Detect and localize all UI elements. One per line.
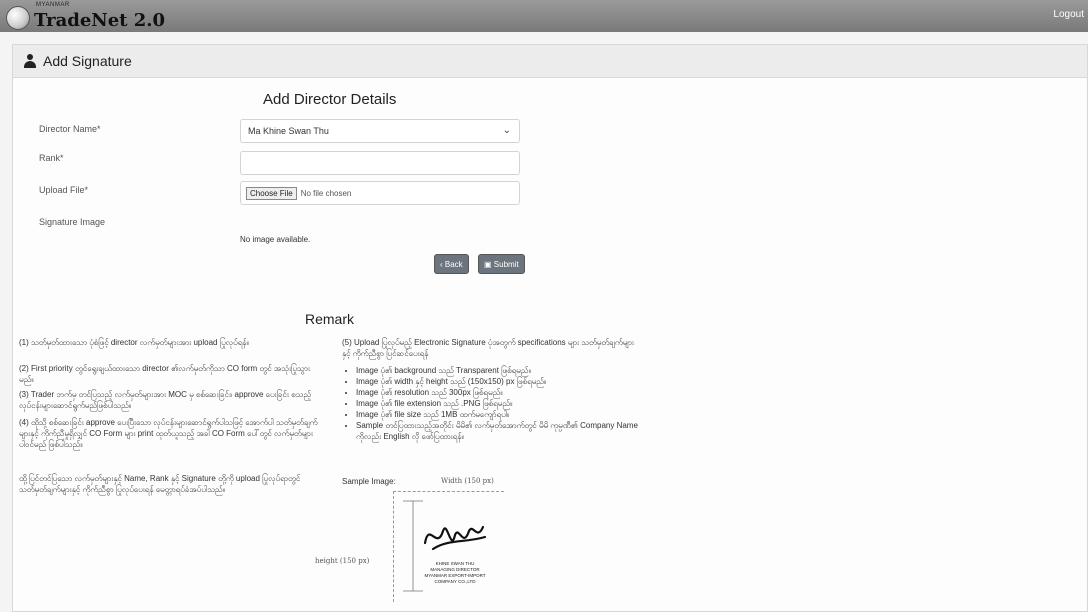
spec-item: Image ပုံ၏ file extension သည် .PNG ဖြစ်ရ… <box>356 398 642 409</box>
rank-label: Rank* <box>39 153 64 163</box>
submit-label: Submit <box>493 259 519 269</box>
logout-link[interactable]: Logout <box>1053 9 1084 20</box>
user-icon <box>23 54 37 68</box>
remark-item-5: ထို့ပြင်တင်ပြသော လက်မှတ်များနှင့် Name, … <box>19 474 301 494</box>
panel-header: Add Signature <box>13 45 1087 78</box>
height-dimension-label: height (150 px) <box>315 557 370 565</box>
remark-spec-list: (5) Upload ပြုလုပ်မည့် Electronic Signat… <box>342 337 642 442</box>
panel-title: Add Signature <box>43 53 132 69</box>
stamp-line: COMPANY CO.,LTD <box>434 579 476 584</box>
back-button[interactable]: ‹ Back <box>435 255 468 273</box>
form-title: Add Director Details <box>263 91 397 108</box>
remark-item-3: (3) Trader ဘက်မှ တင်ပြသည့် လက်မှတ်များအာ… <box>19 390 312 410</box>
remark-spec-intro: (5) Upload ပြုလုပ်မည့် Electronic Signat… <box>342 338 634 358</box>
stamp-line: MANAGING DIRECTOR <box>430 567 480 572</box>
signature-image-label: Signature Image <box>39 217 106 227</box>
no-image-text: No image available. <box>240 235 311 244</box>
choose-file-button[interactable]: Choose File <box>246 186 297 200</box>
add-signature-panel: Add Signature Add Director Details Direc… <box>12 44 1088 612</box>
top-navbar: MYANMAR TradeNet 2.0 Logout <box>0 0 1088 32</box>
stamp-line: MYANMAR EXPORT-IMPORT <box>424 573 485 578</box>
submit-button[interactable]: ▣ Submit <box>479 255 524 273</box>
sample-signature-image: Width (150 px) height (150 px) KHINE SWA… <box>315 477 504 602</box>
director-name-value: Ma Khine Swan Thu <box>248 126 329 136</box>
back-label: Back <box>444 259 463 269</box>
spec-item: Image ပုံ၏ resolution သည် 300px ဖြစ်ရမည်… <box>356 387 642 398</box>
save-icon: ▣ <box>484 259 494 269</box>
director-name-label: Director Name* <box>39 124 101 134</box>
sample-image-label: Sample Image: <box>342 477 396 486</box>
brand-name: TradeNet 2.0 <box>34 10 166 31</box>
stamp-line: KHINE SWAN THU <box>436 561 475 566</box>
brand-subtitle: MYANMAR <box>36 2 70 8</box>
remark-title: Remark <box>305 311 355 327</box>
rank-input[interactable] <box>240 151 520 175</box>
spec-item: Image ပုံ၏ file size သည် 1MB ထက်မကျော်ရပ… <box>356 409 642 420</box>
signature-sample-svg: KHINE SWAN THU MANAGING DIRECTOR MYANMAR… <box>403 500 487 592</box>
spec-item: Sample တင်ပြထားသည့်အတိုင်း မိမိ၏ လက်မှတ်… <box>356 420 642 442</box>
director-name-select[interactable]: Ma Khine Swan Thu ⌄ <box>240 119 520 143</box>
width-dimension-label: Width (150 px) <box>441 477 494 485</box>
spec-item: Image ပုံ၏ background သည် Transparent ဖြ… <box>356 365 642 376</box>
remark-item-1: (1) သတ်မှတ်ထားသော ပုံစံဖြင့် director လက… <box>19 338 249 347</box>
remark-item-4: (4) ထိုသို့ စစ်ဆေးခြင်း approve ပေးပြီးသ… <box>19 418 318 449</box>
brand[interactable]: MYANMAR TradeNet 2.0 <box>6 2 166 31</box>
upload-file-label: Upload File* <box>39 185 89 195</box>
chevron-down-icon: ⌄ <box>502 125 511 136</box>
globe-logo-icon <box>6 5 30 30</box>
upload-file-input[interactable]: Choose File No file chosen <box>240 181 520 205</box>
no-file-text: No file chosen <box>300 188 352 198</box>
remark-item-2: (2) First priority တွင်ရွေးချယ်ထားသော di… <box>19 364 310 384</box>
spec-item: Image ပုံ၏ width နှင့် height သည် (150x1… <box>356 376 642 387</box>
